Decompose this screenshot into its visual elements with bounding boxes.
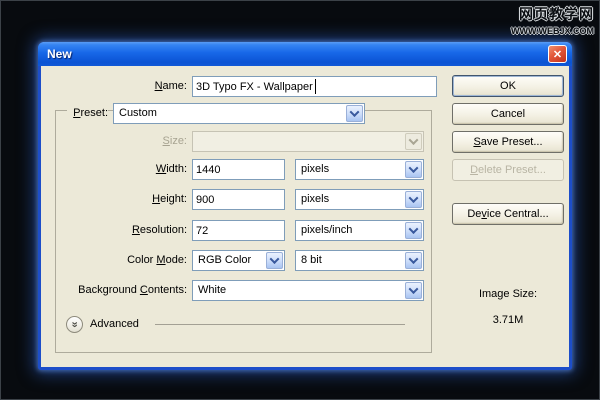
double-chevron-down-icon: »: [69, 321, 81, 328]
size-select: [192, 131, 424, 152]
delete-preset-button: Delete Preset...: [452, 159, 564, 181]
close-button[interactable]: ✕: [548, 45, 567, 63]
chevron-down-icon: [405, 133, 422, 150]
preset-select[interactable]: Custom: [113, 103, 365, 124]
resolution-unit-select[interactable]: pixels/inch: [295, 220, 424, 241]
width-label: Width:: [155, 163, 187, 175]
close-icon: ✕: [552, 48, 563, 61]
chevron-down-icon[interactable]: [346, 105, 363, 122]
chevron-glyph: [349, 107, 360, 118]
color-mode-label: Color Mode:: [127, 254, 187, 266]
ok-button[interactable]: OK: [452, 75, 564, 97]
background-contents-value: White: [198, 284, 227, 296]
advanced-label: Advanced: [90, 318, 139, 330]
bit-depth-select[interactable]: 8 bit: [295, 250, 424, 271]
name-label: Name:: [154, 80, 187, 92]
chevron-down-icon[interactable]: [405, 222, 422, 239]
height-label: Height:: [152, 193, 187, 205]
advanced-divider: [155, 324, 405, 325]
resolution-input[interactable]: [192, 220, 285, 241]
color-mode-select[interactable]: RGB Color: [192, 250, 285, 271]
chevron-down-icon[interactable]: [405, 191, 422, 208]
new-document-dialog: New ✕ Name: Preset: Custom Size: Width:: [38, 42, 572, 370]
chevron-glyph: [408, 193, 419, 204]
desktop-background: 网页教学网 WWW.WEBJX.COM New ✕ Name: Preset: …: [0, 0, 600, 400]
chevron-glyph: [408, 224, 419, 235]
dialog-body: Name: Preset: Custom Size: Width: pixels: [41, 66, 569, 367]
advanced-expand-button[interactable]: »: [66, 316, 83, 333]
color-mode-value: RGB Color: [198, 254, 252, 266]
resolution-unit-value: pixels/inch: [301, 224, 353, 236]
watermark-site-name: 网页教学网: [519, 6, 594, 22]
preset-label: Preset:: [67, 103, 108, 124]
background-contents-label: Background Contents:: [78, 284, 187, 296]
save-preset-button[interactable]: Save Preset...: [452, 131, 564, 153]
watermark-site-url: WWW.WEBJX.COM: [511, 26, 594, 36]
height-unit-value: pixels: [301, 193, 330, 205]
text-caret: [315, 79, 316, 94]
chevron-down-icon[interactable]: [405, 161, 422, 178]
chevron-glyph: [408, 163, 419, 174]
preset-selected-value: Custom: [119, 107, 157, 119]
size-label: Size:: [162, 135, 187, 147]
chevron-glyph: [269, 254, 280, 265]
watermark: 网页教学网 WWW.WEBJX.COM: [511, 4, 594, 36]
bit-depth-value: 8 bit: [301, 254, 322, 266]
chevron-down-icon[interactable]: [405, 282, 422, 299]
background-contents-select[interactable]: White: [192, 280, 424, 301]
device-central-button[interactable]: Device Central...: [452, 203, 564, 225]
image-size-label: Image Size:: [478, 288, 538, 300]
resolution-label: Resolution:: [131, 224, 187, 236]
image-size-value: 3.71M: [492, 314, 524, 326]
chevron-down-icon[interactable]: [266, 252, 283, 269]
height-unit-select[interactable]: pixels: [295, 189, 424, 210]
height-input[interactable]: [192, 189, 285, 210]
chevron-down-icon[interactable]: [405, 252, 422, 269]
width-input[interactable]: [192, 159, 285, 180]
dialog-title: New: [47, 47, 72, 61]
chevron-glyph: [408, 135, 419, 146]
dialog-titlebar[interactable]: New ✕: [38, 42, 572, 66]
width-unit-value: pixels: [301, 163, 330, 175]
cancel-button[interactable]: Cancel: [452, 103, 564, 125]
width-unit-select[interactable]: pixels: [295, 159, 424, 180]
chevron-glyph: [408, 284, 419, 295]
chevron-glyph: [408, 254, 419, 265]
